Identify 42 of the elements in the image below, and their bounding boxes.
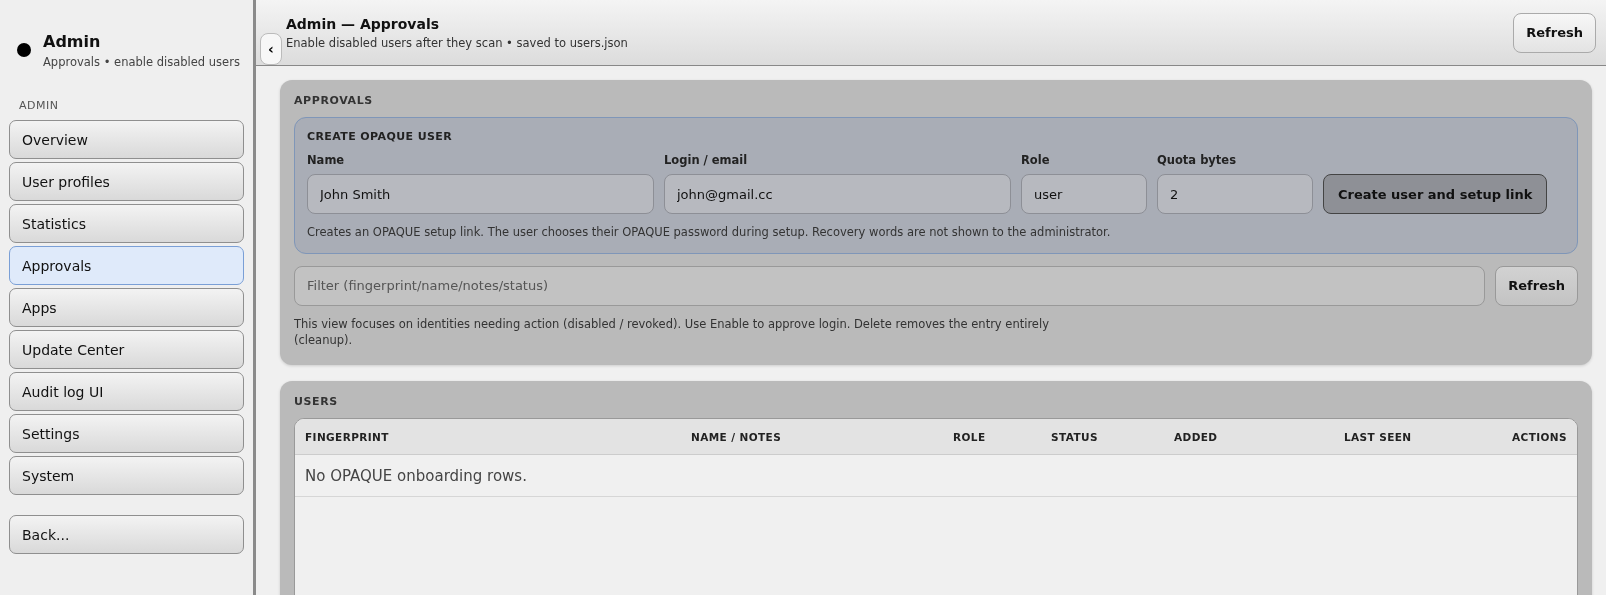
column-header: NAME / NOTES	[691, 430, 783, 443]
input-field[interactable]: John Smith	[307, 174, 654, 214]
panel-heading: USERS	[294, 395, 339, 408]
page-title: Admin — Approvals	[286, 15, 441, 32]
panel-heading: APPROVALS	[294, 94, 374, 107]
refresh-button[interactable]: Refresh	[1513, 12, 1596, 53]
field-label: Role	[1021, 153, 1051, 167]
section-label: ADMIN	[19, 99, 60, 112]
field-label: Name	[307, 153, 346, 167]
sidebar-item[interactable]: Update Center	[9, 330, 244, 369]
field-label: Quota bytes	[1157, 153, 1237, 167]
app-subtitle: Approvals • enable disabled users	[43, 54, 240, 69]
status-dot	[17, 43, 31, 57]
input-field[interactable]: user	[1021, 174, 1147, 214]
column-header: ROLE	[953, 430, 987, 443]
card-heading: CREATE OPAQUE USER	[307, 130, 454, 143]
sidebar-item[interactable]: User profiles	[9, 162, 244, 201]
help-text: Creates an OPAQUE setup link. The user chooses their OPAQUE password during setup. Recovery words are not shown to the administrator.	[307, 224, 1112, 241]
sidebar-item[interactable]: Apps	[9, 288, 244, 327]
column-header: LAST SEEN	[1344, 430, 1413, 443]
column-header: FINGERPRINT	[305, 430, 390, 443]
empty-message: No OPAQUE onboarding rows.	[305, 466, 527, 485]
sidebar-item[interactable]: System	[9, 456, 244, 495]
filter-field[interactable]: Filter (fingerprint/name/notes/status)	[294, 265, 1486, 306]
input-field[interactable]: john@gmail.cc	[664, 174, 1011, 214]
help-text: This view focuses on identities needing action (disabled / revoked). Use Enable to approve login. Delete removes the entry entirely (cleanup).	[294, 315, 1050, 349]
column-header: ACTIONS	[1511, 430, 1567, 443]
create-user-button[interactable]: Create user and setup link	[1323, 174, 1548, 214]
back-button[interactable]: Back...	[9, 515, 244, 554]
refresh-button[interactable]: Refresh	[1495, 265, 1578, 306]
column-header: STATUS	[1051, 430, 1099, 443]
sidebar-item[interactable]: Statistics	[9, 204, 244, 243]
page-subtitle: Enable disabled users after they scan • saved to users.json	[286, 35, 628, 50]
app-title: Admin	[43, 31, 102, 51]
collapse-button[interactable]: ‹	[260, 33, 282, 65]
sidebar-item[interactable]: Settings	[9, 414, 244, 453]
column-header: ADDED	[1174, 430, 1219, 443]
sidebar-item[interactable]: Overview	[9, 120, 244, 159]
field-label: Login / email	[664, 153, 749, 167]
sidebar-item[interactable]: Audit log UI	[9, 372, 244, 411]
sidebar-item[interactable]: Approvals	[9, 246, 244, 285]
input-field[interactable]: 2	[1157, 174, 1313, 214]
